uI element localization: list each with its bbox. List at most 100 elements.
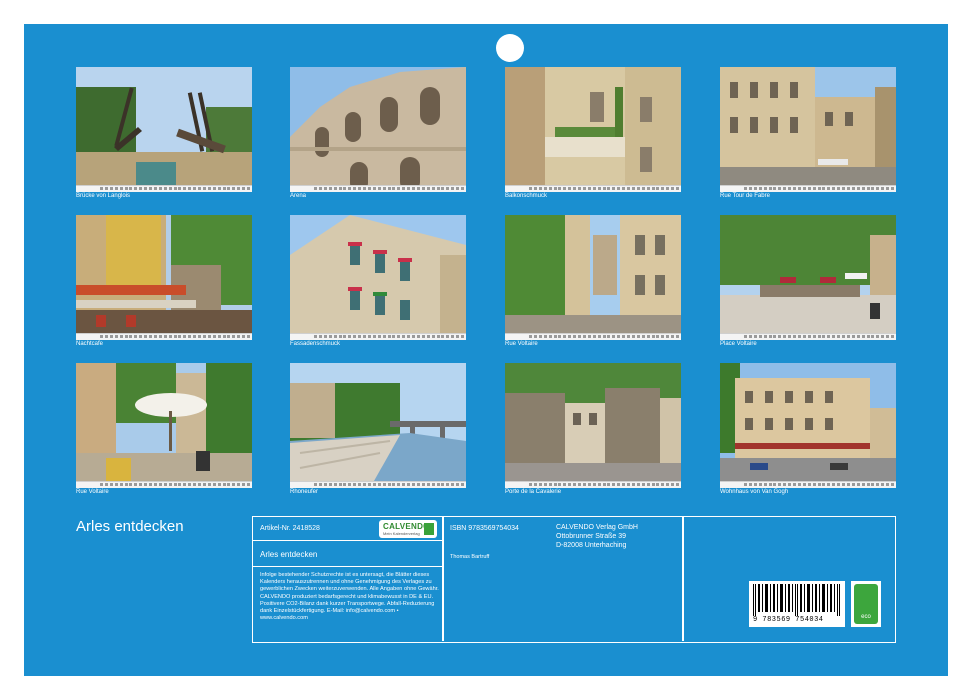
mini-calendar-day bbox=[646, 335, 650, 338]
mini-calendar-day bbox=[227, 187, 231, 190]
mini-calendar-day bbox=[100, 483, 103, 486]
mini-calendar-day bbox=[193, 187, 197, 190]
mini-calendar-day bbox=[631, 335, 635, 338]
mini-calendar-day bbox=[846, 187, 850, 190]
mini-calendar-day bbox=[139, 335, 143, 338]
product-info-box: Artikel-Nr. 2418528 CALVENDO Mein Kalend… bbox=[252, 516, 896, 643]
mini-calendar-day bbox=[587, 483, 591, 486]
mini-calendar-day bbox=[832, 483, 836, 486]
mini-calendar-day bbox=[139, 187, 143, 190]
mini-calendar-day bbox=[348, 483, 352, 486]
mini-calendar-day bbox=[104, 335, 108, 338]
mini-calendar-day bbox=[328, 483, 332, 486]
mini-calendar-day bbox=[641, 483, 645, 486]
mini-calendar-day bbox=[538, 187, 542, 190]
mini-calendar-day bbox=[188, 335, 192, 338]
mini-calendar-day bbox=[358, 335, 362, 338]
mini-calendar-day bbox=[793, 483, 796, 486]
mini-calendar-day bbox=[416, 187, 420, 190]
mini-calendar-day bbox=[676, 187, 679, 190]
photo-caption: Rue Tour de Fabre bbox=[720, 193, 770, 199]
mini-calendar-day bbox=[426, 187, 430, 190]
product-title: Arles entdecken bbox=[260, 550, 318, 559]
mini-calendar-day bbox=[758, 483, 762, 486]
mini-calendar-day bbox=[100, 187, 103, 190]
mini-calendar-day bbox=[382, 483, 386, 486]
mini-calendar-day bbox=[773, 187, 777, 190]
mini-calendar-day bbox=[348, 187, 352, 190]
mini-calendar-day bbox=[416, 335, 420, 338]
mini-calendar-day bbox=[149, 335, 152, 338]
mini-calendar-day bbox=[876, 483, 880, 486]
mini-calendar-day bbox=[363, 483, 366, 486]
mini-calendar-day bbox=[222, 187, 226, 190]
calendar-back-page: Brücke von Langlois Arena Balkonschmuck … bbox=[24, 24, 948, 676]
mini-calendar-day bbox=[377, 335, 381, 338]
mini-calendar-day bbox=[671, 335, 675, 338]
mini-calendar-day bbox=[387, 187, 391, 190]
mini-calendar-day bbox=[168, 335, 172, 338]
mini-calendar-day bbox=[232, 483, 236, 486]
mini-calendar-day bbox=[178, 187, 182, 190]
logo-text: CALVENDO bbox=[383, 522, 430, 531]
mini-calendar-day bbox=[587, 187, 591, 190]
mini-calendar-day bbox=[451, 335, 455, 338]
mini-calendar-day bbox=[763, 483, 767, 486]
mini-calendar-day bbox=[866, 483, 870, 486]
mini-calendar-day bbox=[247, 187, 250, 190]
mini-calendar-day bbox=[163, 335, 167, 338]
mini-calendar-day bbox=[348, 335, 352, 338]
mini-calendar-day bbox=[832, 187, 836, 190]
mini-calendar-day bbox=[119, 483, 123, 486]
photo-image bbox=[76, 67, 252, 192]
mini-calendar-strip bbox=[76, 185, 252, 192]
mini-calendar-day bbox=[421, 483, 425, 486]
mini-calendar-day bbox=[377, 483, 381, 486]
photo-thumbnail bbox=[720, 363, 896, 488]
mini-calendar-day bbox=[416, 483, 420, 486]
mini-calendar-day bbox=[242, 483, 246, 486]
mini-calendar-day bbox=[397, 187, 401, 190]
mini-calendar-day bbox=[837, 187, 841, 190]
photo-thumbnail bbox=[76, 67, 252, 192]
mini-calendar-day bbox=[578, 187, 581, 190]
mini-calendar-day bbox=[812, 335, 816, 338]
mini-calendar-day bbox=[144, 483, 148, 486]
mini-calendar-day bbox=[149, 483, 152, 486]
mini-calendar-day bbox=[533, 335, 537, 338]
mini-calendar-day bbox=[851, 335, 855, 338]
mini-calendar-day bbox=[817, 483, 821, 486]
mini-calendar-day bbox=[856, 335, 860, 338]
mini-calendar-day bbox=[812, 187, 816, 190]
mini-calendar-day bbox=[602, 187, 606, 190]
mini-calendar-day bbox=[338, 187, 342, 190]
mini-calendar-day bbox=[856, 483, 860, 486]
mini-calendar-day bbox=[212, 483, 216, 486]
mini-calendar-day bbox=[202, 187, 206, 190]
mini-calendar-day bbox=[173, 187, 177, 190]
mini-calendar-day bbox=[641, 335, 645, 338]
mini-calendar-day bbox=[392, 335, 396, 338]
mini-calendar-day bbox=[382, 335, 386, 338]
mini-calendar-day bbox=[807, 335, 811, 338]
mini-calendar-day bbox=[387, 335, 391, 338]
mini-calendar-day bbox=[446, 187, 450, 190]
mini-calendar-day bbox=[163, 483, 167, 486]
mini-calendar-day bbox=[773, 335, 777, 338]
isbn-barcode: 9 783569 754034 bbox=[749, 581, 845, 627]
mini-calendar-day bbox=[563, 483, 567, 486]
mini-calendar-day bbox=[109, 483, 113, 486]
mini-calendar-day bbox=[666, 335, 670, 338]
mini-calendar-day bbox=[763, 187, 767, 190]
mini-calendar-day bbox=[768, 187, 772, 190]
mini-calendar-day bbox=[827, 187, 831, 190]
mini-calendar-day bbox=[866, 187, 870, 190]
mini-calendar-day bbox=[763, 335, 767, 338]
mini-calendar-day bbox=[651, 335, 655, 338]
mini-calendar-day bbox=[568, 335, 572, 338]
mini-calendar-day bbox=[407, 483, 411, 486]
mini-calendar-day bbox=[397, 483, 401, 486]
mini-calendar-day bbox=[446, 335, 450, 338]
mini-calendar-day bbox=[237, 187, 241, 190]
mini-calendar-day bbox=[441, 335, 445, 338]
